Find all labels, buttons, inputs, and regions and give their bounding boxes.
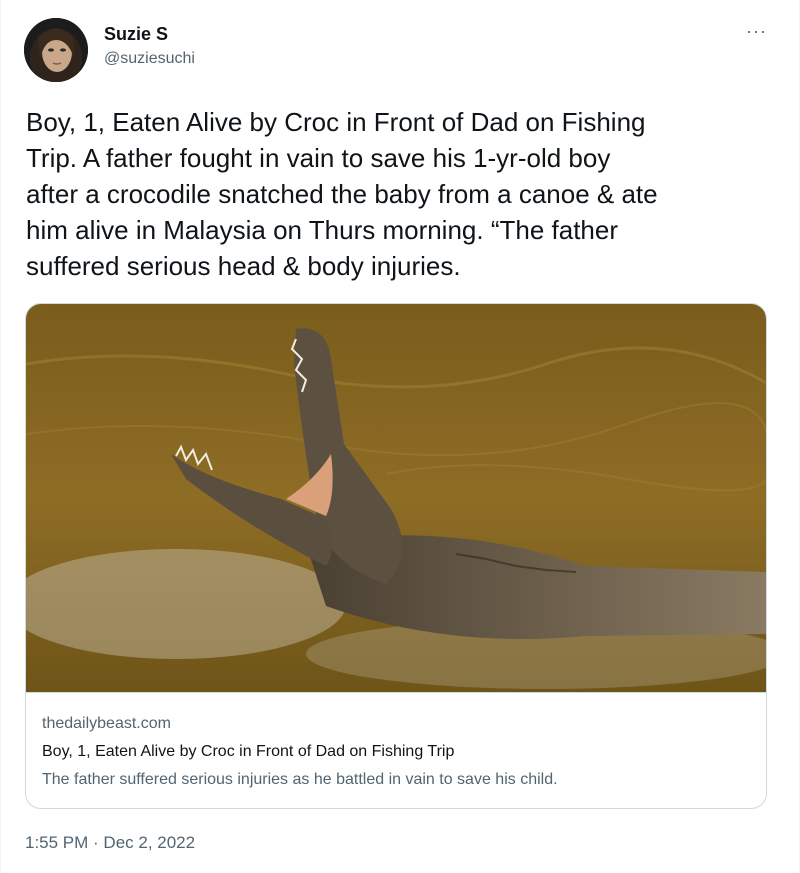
link-title: Boy, 1, Eaten Alive by Croc in Front of …: [42, 743, 455, 760]
tweet-timestamp[interactable]: 1:55 PM · Dec 2, 2022: [25, 833, 195, 853]
tweet-text: Boy, 1, Eaten Alive by Croc in Front of …: [26, 107, 658, 281]
link-card-meta: thedailybeast.com Boy, 1, Eaten Alive by…: [26, 692, 766, 808]
author-name[interactable]: Suzie S: [104, 24, 168, 45]
avatar[interactable]: [24, 18, 88, 82]
more-options-icon[interactable]: ···: [746, 22, 767, 40]
author-handle[interactable]: @suziesuchi: [104, 50, 195, 68]
link-description: The father suffered serious injuries as …: [42, 771, 558, 788]
tweet: Suzie S @suziesuchi ··· Boy, 1, Eaten Al…: [0, 0, 800, 873]
crocodile-image: [26, 304, 766, 692]
avatar-image: [24, 18, 88, 82]
link-card[interactable]: thedailybeast.com Boy, 1, Eaten Alive by…: [25, 303, 767, 809]
link-domain: thedailybeast.com: [42, 715, 171, 732]
